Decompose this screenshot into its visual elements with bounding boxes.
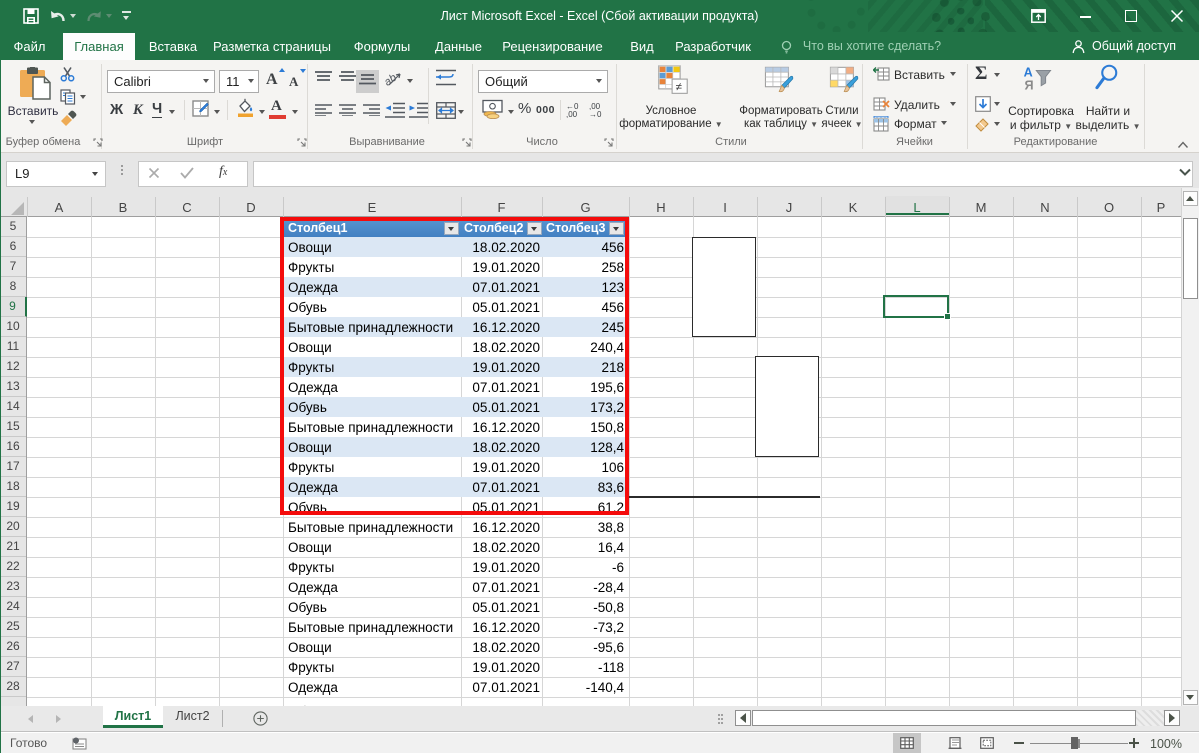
svg-text:→0: →0 [589, 110, 602, 118]
svg-text:≠: ≠ [676, 82, 682, 94]
svg-text:Я: Я [1025, 78, 1034, 92]
svg-text:,00: ,00 [566, 110, 578, 118]
